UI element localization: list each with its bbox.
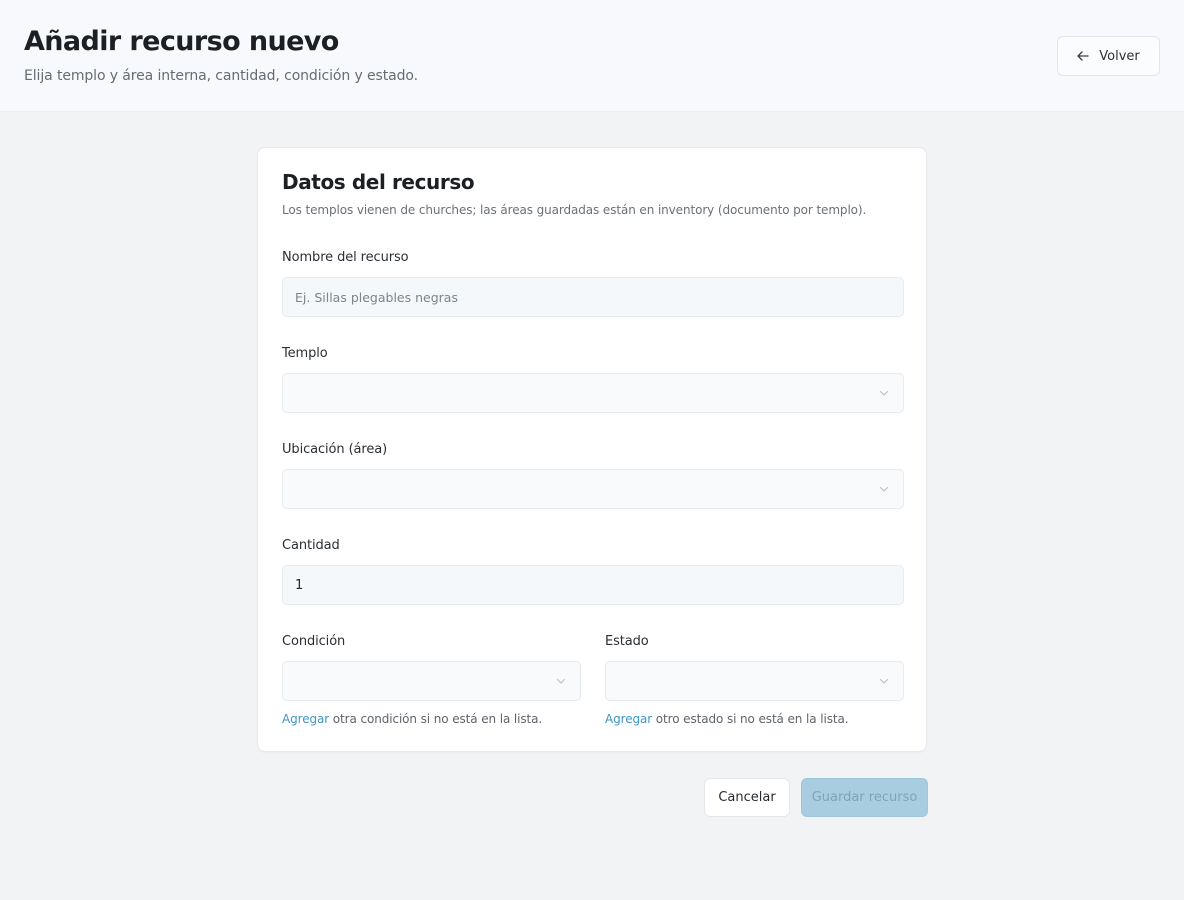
status-help-text: otro estado si no está en la lista. — [652, 712, 849, 726]
location-select[interactable] — [282, 469, 904, 509]
name-input[interactable]: Ej. Sillas plegables negras — [282, 277, 904, 317]
location-label: Ubicación (área) — [282, 442, 388, 457]
back-button-label: Volver — [1099, 48, 1140, 64]
page-title: Añadir recurso nuevo — [24, 26, 339, 57]
name-input-placeholder: Ej. Sillas plegables negras — [295, 289, 458, 305]
temple-select[interactable] — [282, 373, 904, 413]
page-subtitle: Elija templo y área interna, cantidad, c… — [24, 68, 418, 84]
save-resource-button[interactable]: Guardar recurso — [801, 778, 928, 817]
back-button[interactable]: Volver — [1057, 36, 1160, 76]
condition-help-text: otra condición si no está en la lista. — [329, 712, 543, 726]
card-title: Datos del recurso — [282, 170, 475, 194]
card-description: Los templos vienen de churches; las área… — [282, 203, 867, 217]
temple-label: Templo — [282, 346, 328, 361]
name-label: Nombre del recurso — [282, 250, 409, 265]
resource-form-card: Datos del recurso Los templos vienen de … — [257, 147, 927, 752]
quantity-input-value: 1 — [295, 577, 304, 593]
condition-select[interactable] — [282, 661, 581, 701]
status-label: Estado — [605, 634, 649, 649]
chevron-down-icon — [879, 390, 889, 396]
page-header: Añadir recurso nuevo Elija templo y área… — [0, 0, 1184, 112]
quantity-label: Cantidad — [282, 538, 340, 553]
chevron-down-icon — [556, 678, 566, 684]
chevron-down-icon — [879, 678, 889, 684]
status-select[interactable] — [605, 661, 904, 701]
quantity-input[interactable]: 1 — [282, 565, 904, 605]
arrow-left-icon — [1077, 51, 1089, 61]
status-help: Agregar otro estado si no está en la lis… — [605, 712, 849, 726]
cancel-button[interactable]: Cancelar — [704, 778, 790, 817]
add-condition-link[interactable]: Agregar — [282, 712, 329, 726]
condition-help: Agregar otra condición si no está en la … — [282, 712, 542, 726]
chevron-down-icon — [879, 486, 889, 492]
add-status-link[interactable]: Agregar — [605, 712, 652, 726]
condition-label: Condición — [282, 634, 346, 649]
